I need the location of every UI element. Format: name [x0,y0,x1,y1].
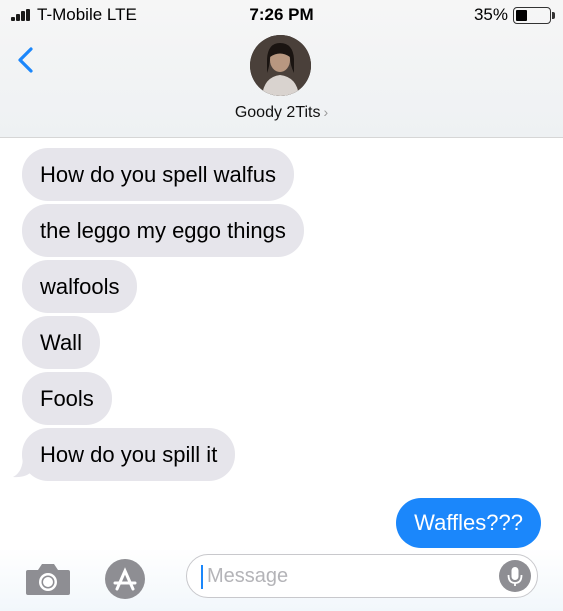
app-store-icon[interactable] [103,557,147,601]
camera-icon[interactable] [24,561,72,597]
received-message[interactable]: Fools [22,372,112,425]
received-message[interactable]: walfools [22,260,138,313]
battery-icon [513,7,551,24]
status-bar: T-Mobile LTE 7:26 PM 35% [0,0,563,32]
chevron-right-icon: › [323,104,329,120]
received-message[interactable]: the leggo my eggo things [22,204,304,257]
text-caret [201,565,203,589]
battery-level [516,10,527,21]
received-message[interactable]: How do you spell walfus [22,148,295,201]
battery-tip [552,12,555,19]
sent-message[interactable]: Waffles??? [396,498,541,548]
message-input[interactable]: Message [186,554,538,598]
contact-name-label: Goody 2Tits [234,104,321,121]
received-message[interactable]: How do you spill it [22,428,236,481]
battery-percent: 35% [473,5,508,24]
input-bar: Message [0,548,563,611]
bubble-tail [13,456,33,478]
contact-name[interactable]: Goody 2Tits › [0,104,563,122]
conversation-header: T-Mobile LTE 7:26 PM 35% Goody 2Tits › [0,0,563,138]
microphone-icon[interactable] [499,560,531,592]
message-placeholder: Message [207,565,289,587]
avatar[interactable] [250,35,311,96]
received-message[interactable]: Wall [22,316,100,369]
chevron-left-icon[interactable] [12,45,42,75]
